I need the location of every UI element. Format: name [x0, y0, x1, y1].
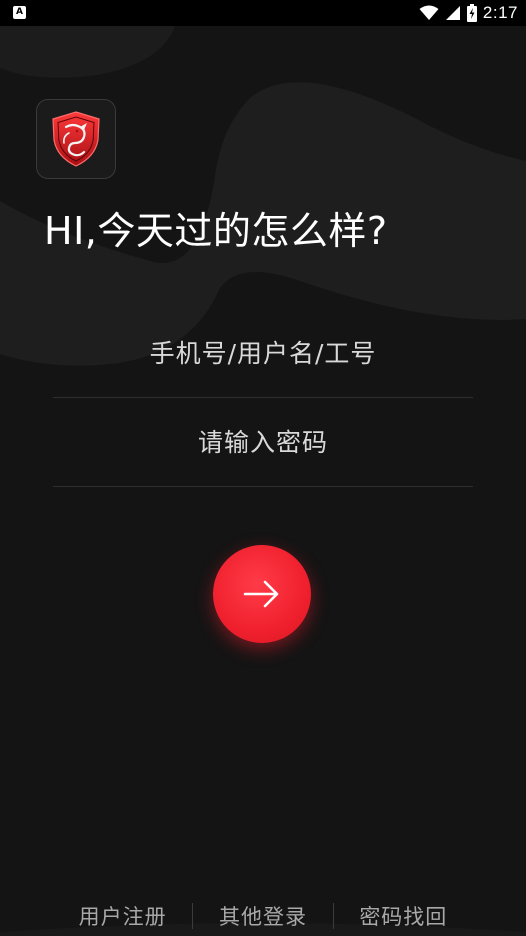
footer-links: 用户注册 其他登录 密码找回: [53, 897, 473, 935]
password-input[interactable]: [53, 399, 473, 486]
password-recovery-link[interactable]: 密码找回: [334, 901, 473, 931]
username-input[interactable]: [53, 310, 473, 397]
notification-app-letter: A: [16, 7, 23, 17]
password-field-container: [53, 399, 473, 487]
login-screen: A 2:17 HI,今天过的怎么样? 手机号/用户名/工号 用户注册 其他登录 …: [0, 0, 526, 936]
greeting-title: HI,今天过的怎么样?: [44, 209, 388, 253]
arrow-right-icon: [243, 580, 279, 608]
other-login-link[interactable]: 其他登录: [193, 901, 332, 931]
cell-signal-icon: [445, 6, 460, 20]
register-link[interactable]: 用户注册: [53, 901, 192, 931]
status-bar: A 2:17: [0, 0, 526, 26]
notification-app-icon: A: [13, 6, 26, 19]
battery-icon: [466, 4, 477, 22]
status-time: 2:17: [482, 3, 518, 22]
wifi-icon: [419, 5, 439, 20]
app-logo: [36, 99, 116, 179]
username-field-container: [53, 310, 473, 398]
status-icons: 2:17: [419, 3, 518, 23]
msi-dragon-shield-icon: [52, 111, 100, 167]
login-submit-button[interactable]: [213, 545, 311, 643]
